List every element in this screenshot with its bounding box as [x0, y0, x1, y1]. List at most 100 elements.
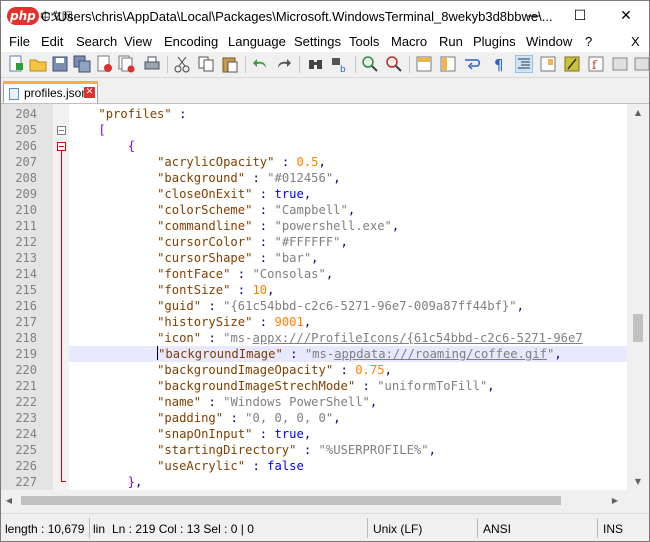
code-line: "fontFace" : "Consolas", [157, 267, 334, 281]
menu-run[interactable]: Run [439, 34, 463, 49]
status-encoding: ANSI [483, 522, 512, 536]
code-line: "name" : "Windows PowerShell", [157, 395, 378, 409]
fold-toggle-icon[interactable] [57, 142, 66, 151]
menu-macro[interactable]: Macro [391, 34, 427, 49]
code-line-current: "backgroundImage" : "ms-appdata:///roami… [69, 346, 627, 362]
menu-help[interactable]: ? [585, 34, 592, 49]
fold-margin [53, 104, 69, 490]
minimize-button[interactable]: — [511, 1, 557, 32]
print-icon[interactable] [143, 55, 161, 73]
undo-icon[interactable] [251, 55, 269, 73]
line-number-current: 219 [15, 347, 37, 361]
svg-text:¶: ¶ [494, 56, 504, 73]
line-number: 218 [15, 331, 37, 345]
status-separator [597, 518, 598, 538]
menu-language[interactable]: Language [228, 34, 286, 49]
macro-record-icon[interactable] [633, 55, 650, 73]
status-lines: lin [93, 522, 106, 536]
toolbar-separator [299, 56, 300, 73]
zoom-out-icon[interactable] [385, 55, 403, 73]
vertical-scrollbar[interactable]: ▲ ▼ [627, 104, 649, 490]
sync-vertical-icon[interactable] [415, 55, 433, 73]
status-separator [367, 518, 368, 538]
status-length: length : 10,679 [5, 522, 85, 536]
menu-view[interactable]: View [124, 34, 152, 49]
code-line: "fontSize" : 10, [157, 283, 275, 297]
code-line: "backgroundImageOpacity" : 0.75, [157, 363, 392, 377]
logo-php: php [7, 7, 39, 25]
monitoring-icon[interactable] [611, 55, 629, 73]
horizontal-scroll-thumb[interactable] [21, 496, 561, 505]
menu-file[interactable]: File [9, 34, 30, 49]
line-number: 207 [15, 155, 37, 169]
fold-range-line [61, 151, 62, 481]
sync-horizontal-icon[interactable] [439, 55, 457, 73]
line-number: 211 [15, 219, 37, 233]
horizontal-scrollbar[interactable]: ◀ ▶ [1, 490, 649, 512]
redo-icon[interactable] [275, 55, 293, 73]
code-line: "commandline" : "powershell.exe", [157, 219, 400, 233]
scroll-down-icon[interactable]: ▼ [627, 473, 649, 490]
line-number: 213 [15, 251, 37, 265]
function-list-icon[interactable] [563, 55, 581, 73]
status-insert-mode: INS [603, 522, 624, 536]
line-number: 222 [15, 395, 37, 409]
maximize-button[interactable]: ☐ [557, 1, 603, 32]
code-line: "guid" : "{61c54bbd-c2c6-5271-96e7-009a8… [157, 299, 524, 313]
close-all-icon[interactable] [117, 55, 135, 73]
document-map-icon[interactable] [539, 55, 557, 73]
line-number: 204 [15, 107, 37, 121]
folder-as-workspace-icon[interactable]: f [587, 55, 605, 73]
word-wrap-icon[interactable] [463, 55, 481, 73]
scroll-up-icon[interactable]: ▲ [627, 104, 649, 121]
paste-icon[interactable] [221, 55, 239, 73]
cut-icon[interactable] [173, 55, 191, 73]
indent-guide-icon[interactable] [515, 55, 533, 73]
line-number: 215 [15, 283, 37, 297]
save-icon[interactable] [51, 55, 69, 73]
save-all-icon[interactable] [73, 55, 91, 73]
close-file-icon[interactable] [95, 55, 113, 73]
menu-edit[interactable]: Edit [41, 34, 63, 49]
status-eol: Unix (LF) [373, 522, 423, 536]
menu-search[interactable]: Search [76, 34, 117, 49]
tab-close-icon[interactable]: ✕ [84, 87, 95, 98]
code-line: "background" : "#012456", [157, 171, 341, 185]
toolbar-separator [355, 56, 356, 73]
close-button[interactable]: ✕ [603, 1, 649, 32]
editor-area[interactable]: 204 205 206 207 208 209 210 211 212 213 … [1, 104, 649, 490]
code-line: "cursorColor" : "#FFFFFF", [157, 235, 348, 249]
toolbar-separator [409, 56, 410, 73]
line-number: 216 [15, 299, 37, 313]
line-number: 227 [15, 475, 37, 489]
menu-plugins[interactable]: Plugins [473, 34, 516, 49]
fold-end-marker [61, 481, 66, 482]
fold-toggle-icon[interactable] [57, 126, 66, 135]
close-document-button[interactable]: X [631, 34, 640, 49]
tab-profiles-json[interactable]: profiles.json ✕ [3, 81, 98, 103]
scroll-right-icon[interactable]: ▶ [607, 492, 623, 509]
code-view[interactable]: "profiles" : [ { "acrylicOpacity" : 0.5,… [69, 104, 627, 490]
toolbar-separator [167, 56, 168, 73]
title-bar[interactable]: php 中文网 C:\Users\chris\AppData\Local\Pack… [1, 1, 649, 32]
menu-settings[interactable]: Settings [294, 34, 341, 49]
new-file-icon[interactable] [7, 55, 25, 73]
line-number: 225 [15, 443, 37, 457]
status-bar: length : 10,679 lin Ln : 219 Col : 13 Se… [1, 513, 649, 541]
show-all-characters-icon[interactable]: ¶ [491, 55, 509, 73]
copy-icon[interactable] [197, 55, 215, 73]
status-separator [89, 518, 90, 538]
line-number: 226 [15, 459, 37, 473]
replace-icon[interactable]: b [331, 55, 349, 73]
scroll-left-icon[interactable]: ◀ [1, 492, 17, 509]
open-folder-icon[interactable] [29, 55, 47, 73]
menu-window[interactable]: Window [526, 34, 572, 49]
zoom-in-icon[interactable] [361, 55, 379, 73]
line-number: 214 [15, 267, 37, 281]
status-position: Ln : 219 Col : 13 Sel : 0 | 0 [112, 522, 254, 536]
menu-tools[interactable]: Tools [349, 34, 379, 49]
find-icon[interactable] [307, 55, 325, 73]
line-number: 217 [15, 315, 37, 329]
vertical-scroll-thumb[interactable] [633, 314, 643, 342]
menu-encoding[interactable]: Encoding [164, 34, 218, 49]
